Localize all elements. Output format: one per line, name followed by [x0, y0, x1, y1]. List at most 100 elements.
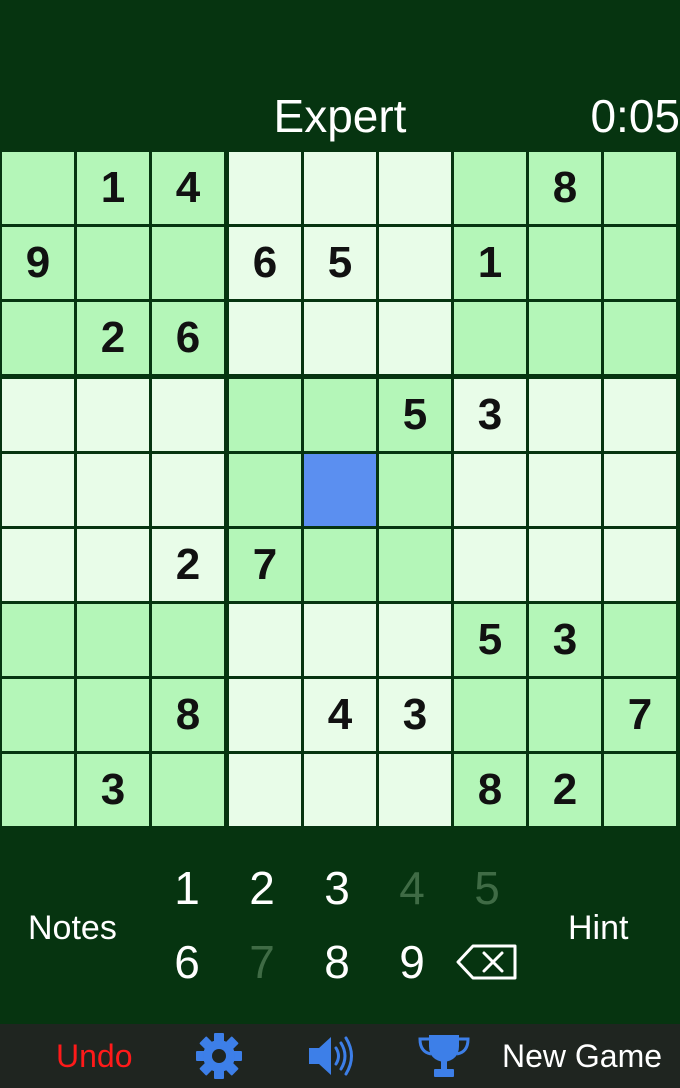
sudoku-cell[interactable]	[2, 379, 74, 451]
speaker-icon[interactable]	[305, 1032, 359, 1080]
sudoku-cell[interactable]	[454, 679, 526, 751]
number-button-5[interactable]: 5	[457, 862, 517, 914]
sudoku-cell[interactable]: 5	[304, 227, 376, 299]
sudoku-cell[interactable]: 5	[454, 604, 526, 676]
sudoku-cell[interactable]	[379, 152, 451, 224]
number-button-6[interactable]: 6	[157, 936, 217, 988]
sudoku-cell[interactable]	[304, 604, 376, 676]
sudoku-cell[interactable]	[529, 227, 601, 299]
sudoku-cell[interactable]	[2, 604, 74, 676]
sudoku-cell[interactable]	[454, 302, 526, 374]
sudoku-cell[interactable]	[304, 152, 376, 224]
sudoku-cell[interactable]	[2, 454, 74, 526]
sudoku-cell[interactable]	[529, 454, 601, 526]
sudoku-cell[interactable]	[379, 454, 451, 526]
sudoku-cell[interactable]	[304, 454, 376, 526]
number-button-8[interactable]: 8	[307, 936, 367, 988]
sudoku-cell[interactable]: 8	[152, 679, 224, 751]
number-button-4[interactable]: 4	[382, 862, 442, 914]
sudoku-cell[interactable]	[529, 379, 601, 451]
sudoku-cell[interactable]	[77, 454, 149, 526]
backspace-icon[interactable]	[455, 942, 519, 982]
sudoku-cell[interactable]	[152, 227, 224, 299]
sudoku-cell[interactable]	[454, 529, 526, 601]
sudoku-cell[interactable]: 6	[152, 302, 224, 374]
number-button-3[interactable]: 3	[307, 862, 367, 914]
sudoku-cell[interactable]: 3	[529, 604, 601, 676]
sudoku-cell[interactable]	[529, 679, 601, 751]
sudoku-cell[interactable]	[304, 754, 376, 826]
sudoku-cell[interactable]	[2, 754, 74, 826]
number-button-1[interactable]: 1	[157, 862, 217, 914]
sudoku-cell[interactable]	[604, 227, 676, 299]
sudoku-cell[interactable]: 5	[379, 379, 451, 451]
new-game-button[interactable]: New Game	[502, 1036, 662, 1076]
sudoku-cell[interactable]: 2	[77, 302, 149, 374]
sudoku-cell[interactable]: 6	[229, 227, 301, 299]
sudoku-cell[interactable]: 4	[304, 679, 376, 751]
sudoku-cell[interactable]	[379, 604, 451, 676]
sudoku-cell[interactable]	[304, 529, 376, 601]
sudoku-cell[interactable]: 1	[77, 152, 149, 224]
sudoku-cell[interactable]	[229, 302, 301, 374]
sudoku-cell[interactable]	[2, 302, 74, 374]
sudoku-cell[interactable]	[379, 302, 451, 374]
sudoku-cell[interactable]	[77, 604, 149, 676]
sudoku-cell[interactable]	[379, 227, 451, 299]
hint-button[interactable]: Hint	[568, 908, 628, 948]
sudoku-cell[interactable]	[229, 152, 301, 224]
sudoku-cell[interactable]	[529, 529, 601, 601]
sudoku-cell[interactable]	[604, 454, 676, 526]
sudoku-cell[interactable]: 8	[529, 152, 601, 224]
sudoku-cell[interactable]	[2, 529, 74, 601]
sudoku-cell[interactable]: 2	[529, 754, 601, 826]
sudoku-board: 1489651265327538437382	[0, 150, 680, 828]
sudoku-cell[interactable]: 7	[604, 679, 676, 751]
number-button-2[interactable]: 2	[232, 862, 292, 914]
sudoku-cell[interactable]	[77, 679, 149, 751]
sudoku-cell[interactable]	[152, 754, 224, 826]
number-button-7[interactable]: 7	[232, 936, 292, 988]
sudoku-cell[interactable]	[604, 379, 676, 451]
sudoku-cell[interactable]	[152, 604, 224, 676]
sudoku-cell[interactable]: 1	[454, 227, 526, 299]
sudoku-cell[interactable]	[604, 302, 676, 374]
sudoku-cell[interactable]: 2	[152, 529, 224, 601]
sudoku-cell[interactable]	[229, 754, 301, 826]
sudoku-cell[interactable]	[2, 152, 74, 224]
sudoku-cell[interactable]	[529, 302, 601, 374]
sudoku-cell[interactable]	[604, 604, 676, 676]
difficulty-label: Expert	[273, 90, 407, 142]
sudoku-cell[interactable]	[77, 227, 149, 299]
sudoku-cell[interactable]: 3	[454, 379, 526, 451]
undo-button[interactable]: Undo	[56, 1036, 133, 1076]
sudoku-cell[interactable]	[229, 604, 301, 676]
sudoku-cell[interactable]	[152, 379, 224, 451]
sudoku-cell[interactable]	[379, 754, 451, 826]
sudoku-cell[interactable]: 7	[229, 529, 301, 601]
notes-button[interactable]: Notes	[28, 908, 117, 948]
sudoku-cell[interactable]: 4	[152, 152, 224, 224]
trophy-icon[interactable]	[417, 1032, 471, 1080]
sudoku-cell[interactable]	[604, 754, 676, 826]
sudoku-cell[interactable]: 9	[2, 227, 74, 299]
sudoku-cell[interactable]	[304, 379, 376, 451]
sudoku-cell[interactable]	[77, 529, 149, 601]
sudoku-cell[interactable]	[379, 529, 451, 601]
number-button-9[interactable]: 9	[382, 936, 442, 988]
sudoku-cell[interactable]	[604, 529, 676, 601]
sudoku-cell[interactable]: 3	[77, 754, 149, 826]
sudoku-cell[interactable]	[2, 679, 74, 751]
sudoku-cell[interactable]	[229, 679, 301, 751]
sudoku-cell[interactable]	[604, 152, 676, 224]
sudoku-cell[interactable]	[152, 454, 224, 526]
sudoku-cell[interactable]	[304, 302, 376, 374]
sudoku-cell[interactable]	[454, 454, 526, 526]
gear-icon[interactable]	[192, 1032, 246, 1080]
sudoku-cell[interactable]	[229, 379, 301, 451]
sudoku-cell[interactable]	[77, 379, 149, 451]
sudoku-cell[interactable]: 8	[454, 754, 526, 826]
sudoku-cell[interactable]	[454, 152, 526, 224]
sudoku-cell[interactable]	[229, 454, 301, 526]
sudoku-cell[interactable]: 3	[379, 679, 451, 751]
